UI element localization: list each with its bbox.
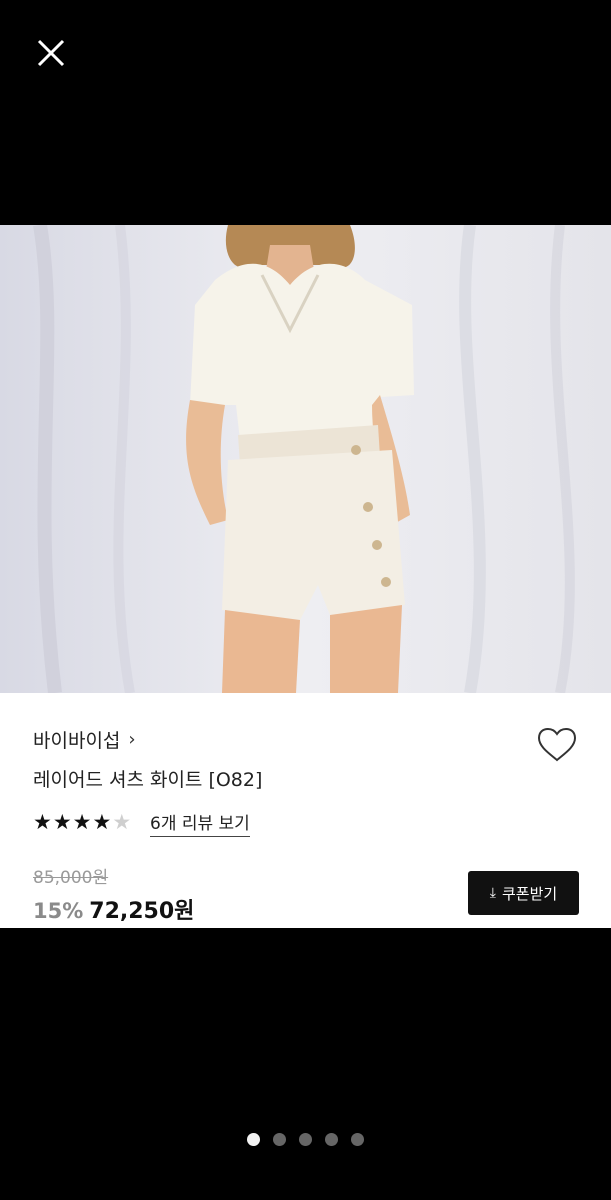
carousel-dot[interactable] [273,1133,286,1146]
heart-icon [537,727,577,762]
original-price: 85,000원 [33,868,109,888]
star-icon: ★ [112,810,132,834]
star-icon: ★ [52,810,72,834]
product-title: 레이어드 셔츠 화이트 [O82] [33,769,263,791]
price-row: 15% 72,250원 [33,893,194,925]
wishlist-button[interactable] [536,726,578,764]
product-image[interactable] [0,225,611,693]
chevron-right-icon: › [128,729,136,750]
coupon-button[interactable]: ⤓ 쿠폰받기 [468,871,579,915]
review-link[interactable]: 6개 리뷰 보기 [150,809,250,837]
carousel-dot[interactable] [351,1133,364,1146]
rating-stars: ★ ★ ★ ★ ★ [33,810,131,834]
brand-name: 바이바이섭 [33,730,121,752]
brand-link[interactable]: 바이바이섭 › [33,726,136,753]
carousel-dot[interactable] [299,1133,312,1146]
star-icon: ★ [72,810,92,834]
product-photo-illustration [0,225,611,693]
carousel-dot[interactable] [247,1133,260,1146]
star-icon: ★ [92,810,112,834]
carousel-indicator [0,1133,611,1146]
coupon-label: 쿠폰받기 [502,884,558,903]
star-icon: ★ [33,810,52,834]
carousel-dot[interactable] [325,1133,338,1146]
sale-price: 72,250원 [89,899,195,924]
download-icon: ⤓ [489,885,496,901]
close-icon [37,39,65,67]
close-button[interactable] [30,32,72,74]
discount-rate: 15% [33,899,84,923]
